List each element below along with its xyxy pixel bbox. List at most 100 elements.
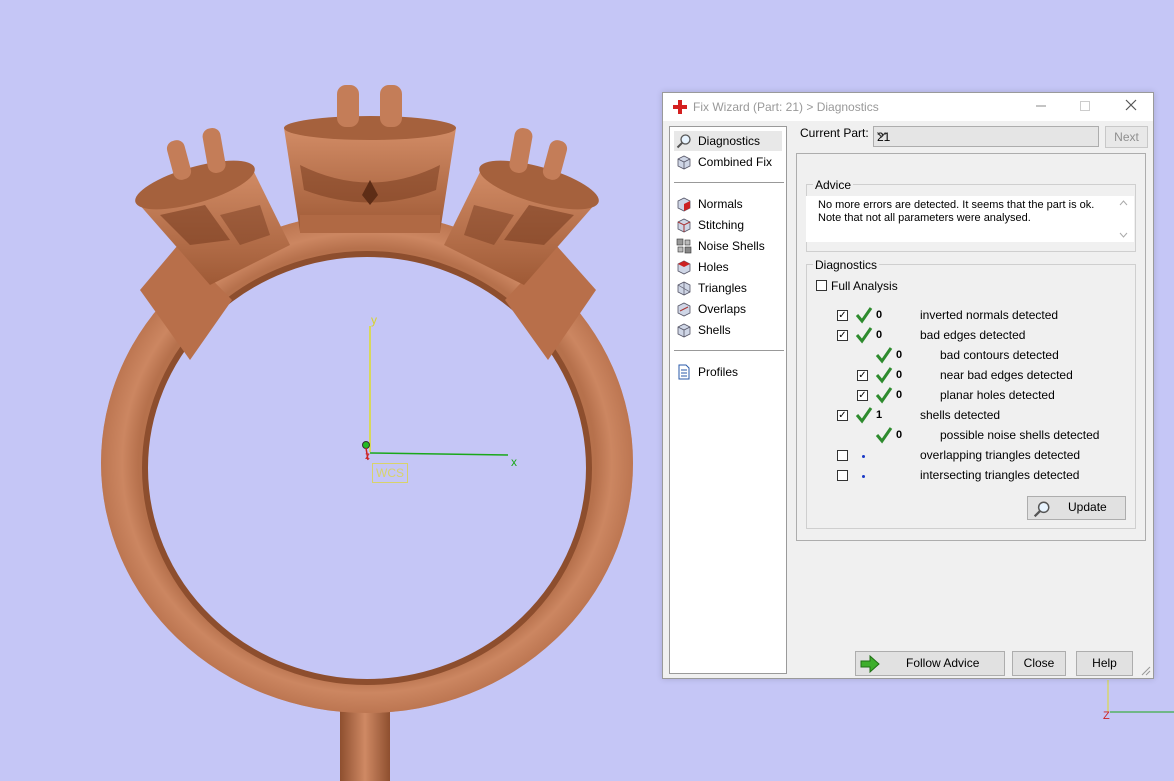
magnifier-icon xyxy=(1033,501,1050,518)
green-check-icon xyxy=(875,387,893,404)
inverted-normals-label: inverted normals detected xyxy=(920,308,1059,322)
fix-wizard-dialog: Fix Wizard (Part: 21) > Diagnostics Diag… xyxy=(662,92,1154,679)
sidebar-item-label: Triangles xyxy=(698,281,747,295)
next-button[interactable]: Next xyxy=(1105,126,1148,148)
dialog-title: Fix Wizard (Part: 21) > Diagnostics xyxy=(693,100,879,114)
sidebar-separator xyxy=(674,350,784,351)
shells-count: 1 xyxy=(876,409,883,421)
close-button[interactable]: Close xyxy=(1012,651,1066,676)
sidebar-item-combined-fix[interactable]: Combined Fix xyxy=(674,152,772,172)
shells-cube-icon xyxy=(677,323,691,338)
near-bad-edges-count: 0 xyxy=(896,369,903,381)
z-axis-label: z xyxy=(365,451,370,462)
bad-contours-label: bad contours detected xyxy=(940,348,1059,362)
update-button[interactable]: Update xyxy=(1027,496,1126,520)
green-check-icon xyxy=(855,407,873,424)
bad-contours-count: 0 xyxy=(896,349,903,361)
close-window-button[interactable] xyxy=(1120,97,1142,117)
sidebar-item-triangles[interactable]: Triangles xyxy=(674,278,747,298)
green-check-icon xyxy=(875,347,893,364)
planar-holes-checkbox[interactable]: ✓ xyxy=(857,390,868,401)
green-check-icon xyxy=(875,367,893,384)
sidebar-item-shells[interactable]: Shells xyxy=(674,320,731,340)
sidebar-item-normals[interactable]: Normals xyxy=(674,194,743,214)
diagnostics-group-title: Diagnostics xyxy=(813,258,880,272)
intersecting-triangles-checkbox[interactable] xyxy=(837,470,848,481)
advice-text-box: No more errors are detected. It seems th… xyxy=(806,196,1134,242)
full-analysis-checkbox[interactable] xyxy=(816,280,827,291)
x-axis-label: x xyxy=(511,455,517,469)
sidebar-item-label: Normals xyxy=(698,197,743,211)
near-bad-edges-label: near bad edges detected xyxy=(940,368,1073,382)
advice-text-line2: Note that not all parameters were analys… xyxy=(818,212,1031,224)
follow-advice-label: Follow Advice xyxy=(906,656,980,670)
corner-z-axis-label: Z xyxy=(1103,710,1110,722)
planar-holes-count: 0 xyxy=(896,389,903,401)
magnifier-icon xyxy=(676,134,691,149)
dialog-titlebar[interactable]: Fix Wizard (Part: 21) > Diagnostics xyxy=(663,93,1153,121)
shells-checkbox[interactable]: ✓ xyxy=(837,410,848,421)
noise-shells-icon xyxy=(676,238,692,254)
chevron-down-icon xyxy=(877,130,1094,141)
sidebar-item-noise-shells[interactable]: Noise Shells xyxy=(674,236,765,256)
minimize-button[interactable] xyxy=(1030,97,1052,117)
sidebar-item-stitching[interactable]: Stitching xyxy=(674,215,744,235)
advice-scrollbar[interactable] xyxy=(1118,199,1128,239)
sidebar-item-label: Shells xyxy=(698,323,731,337)
sidebar-item-label: Combined Fix xyxy=(698,155,773,169)
app-cross-icon xyxy=(673,100,687,114)
follow-advice-button[interactable]: Follow Advice xyxy=(855,651,1005,676)
update-label: Update xyxy=(1068,500,1107,514)
inverted-normals-checkbox[interactable]: ✓ xyxy=(837,310,848,321)
bad-edges-checkbox[interactable]: ✓ xyxy=(837,330,848,341)
advice-text-line1: No more errors are detected. It seems th… xyxy=(818,199,1095,211)
current-part-label: Current Part: xyxy=(800,126,869,140)
sidebar-item-label: Holes xyxy=(698,260,729,274)
overlaps-cube-icon xyxy=(677,302,691,317)
sidebar-item-holes[interactable]: Holes xyxy=(674,257,729,277)
shells-label: shells detected xyxy=(920,408,1001,422)
maximize-icon xyxy=(1080,101,1090,111)
resize-grip-icon[interactable] xyxy=(1141,666,1151,676)
green-check-icon xyxy=(855,307,873,324)
noise-shells-label: possible noise shells detected xyxy=(940,428,1100,442)
overlapping-triangles-label: overlapping triangles detected xyxy=(920,448,1081,462)
cube-icon xyxy=(677,155,691,170)
sidebar-item-label: Diagnostics xyxy=(698,134,761,148)
minimize-icon xyxy=(1036,105,1046,107)
triangles-cube-icon xyxy=(677,281,691,296)
sidebar-item-diagnostics[interactable]: Diagnostics xyxy=(674,131,782,151)
sidebar-item-label: Noise Shells xyxy=(698,239,765,253)
full-analysis-label: Full Analysis xyxy=(831,279,898,293)
noise-shells-count: 0 xyxy=(896,429,903,441)
sidebar-item-label: Stitching xyxy=(698,218,745,232)
advice-group-title: Advice xyxy=(813,178,854,192)
intersecting-triangles-label: intersecting triangles detected xyxy=(920,468,1080,482)
close-icon xyxy=(1125,99,1137,111)
green-check-icon xyxy=(855,327,873,344)
green-arrow-icon xyxy=(860,655,880,673)
sidebar-separator xyxy=(674,182,784,183)
green-check-icon xyxy=(875,427,893,444)
maximize-button[interactable] xyxy=(1074,97,1096,117)
y-axis-label: y xyxy=(371,313,377,327)
sidebar-item-overlaps[interactable]: Overlaps xyxy=(674,299,746,319)
bad-edges-count: 0 xyxy=(876,329,883,341)
status-dot xyxy=(862,455,865,458)
document-icon xyxy=(678,364,690,380)
inverted-normals-count: 0 xyxy=(876,309,883,321)
overlapping-triangles-checkbox[interactable] xyxy=(837,450,848,461)
planar-holes-label: planar holes detected xyxy=(940,388,1055,402)
sidebar-item-label: Profiles xyxy=(698,365,739,379)
status-dot xyxy=(862,475,865,478)
bad-edges-label: bad edges detected xyxy=(920,328,1026,342)
current-part-select[interactable]: 21 xyxy=(873,126,1099,147)
stitching-cube-icon xyxy=(677,218,691,233)
holes-cube-icon xyxy=(677,260,691,275)
normals-cube-icon xyxy=(677,197,691,212)
sidebar-item-profiles[interactable]: Profiles xyxy=(674,362,738,382)
near-bad-edges-checkbox[interactable]: ✓ xyxy=(857,370,868,381)
sidebar-item-label: Overlaps xyxy=(698,302,747,316)
wcs-label: WCS xyxy=(372,463,408,483)
help-button[interactable]: Help xyxy=(1076,651,1133,676)
